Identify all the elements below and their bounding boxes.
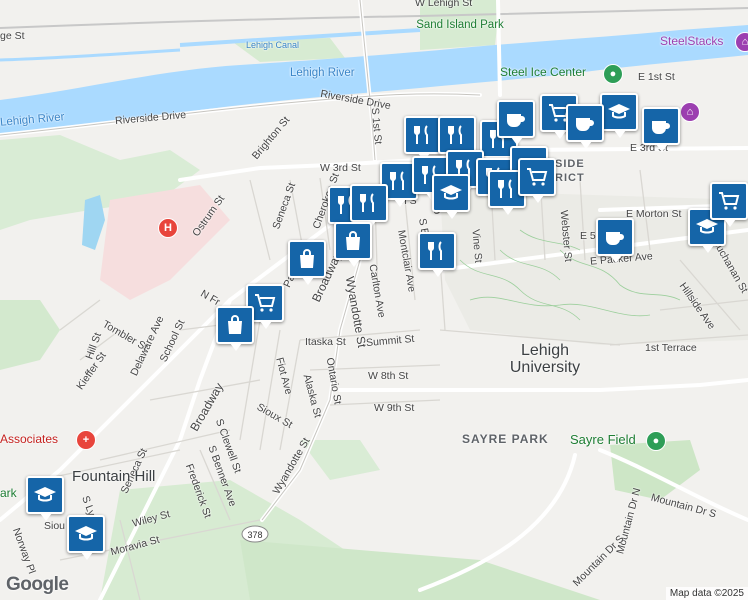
street-label: W 8th St xyxy=(368,370,409,382)
place-label: SAYRE PARK xyxy=(462,432,549,446)
coffee-icon[interactable] xyxy=(596,218,634,263)
route-378-shield: 378 xyxy=(241,525,269,543)
place-label: SteelStacks xyxy=(660,34,724,48)
street-label: Siou xyxy=(44,520,66,532)
museum-icon[interactable]: ⌂ xyxy=(735,32,748,52)
place-label: Lehigh University xyxy=(509,342,581,376)
google-logo: Google xyxy=(6,574,69,595)
shopping-cart-icon[interactable] xyxy=(518,158,556,203)
shopping-bag-icon[interactable] xyxy=(334,222,372,267)
park-icon[interactable]: ● xyxy=(646,431,666,451)
street-label: W Lehigh St xyxy=(415,0,473,9)
coffee-icon[interactable] xyxy=(497,100,535,145)
street-label: 1st Terrace xyxy=(645,342,697,354)
street-label: W 9th St xyxy=(374,402,415,414)
map-attribution[interactable]: Map data ©2025 xyxy=(665,587,748,600)
place-label: SIDE xyxy=(555,158,585,170)
place-label: Steel Ice Center xyxy=(500,65,587,79)
shopping-bag-icon[interactable] xyxy=(288,240,326,285)
hospital-icon[interactable]: + xyxy=(76,430,96,450)
river-label: Lehigh River xyxy=(290,67,355,79)
hospital-icon[interactable]: H xyxy=(158,218,178,238)
place-label: RICT xyxy=(555,172,585,184)
place-label: ark xyxy=(0,486,17,500)
place-label: Sayre Field xyxy=(570,432,636,447)
street-label: E 1st St xyxy=(638,71,675,83)
coffee-icon[interactable] xyxy=(566,104,604,149)
park-icon[interactable]: ● xyxy=(603,64,623,84)
shopping-bag-icon[interactable] xyxy=(216,306,254,351)
place-label: Fountain Hill xyxy=(72,468,156,485)
street-label: E Morton St xyxy=(626,208,682,220)
street-label: Itaska St xyxy=(305,336,346,348)
restaurant-icon[interactable] xyxy=(350,184,388,229)
coffee-icon[interactable] xyxy=(642,107,680,152)
restaurant-icon[interactable] xyxy=(418,232,456,277)
street-label: E 5 xyxy=(580,230,596,242)
place-label: Associates xyxy=(0,432,59,446)
canal-label: Lehigh Canal xyxy=(246,40,300,50)
school-icon[interactable] xyxy=(26,476,64,521)
svg-text:378: 378 xyxy=(247,530,262,540)
school-icon[interactable] xyxy=(600,93,638,138)
museum-icon[interactable]: ⌂ xyxy=(680,102,700,122)
street-label: W 3rd St xyxy=(320,162,361,174)
street-label: ge St xyxy=(0,30,25,42)
restaurant-icon[interactable] xyxy=(404,116,442,161)
school-icon[interactable] xyxy=(67,515,105,560)
restaurant-icon[interactable] xyxy=(438,116,476,161)
school-icon[interactable] xyxy=(432,174,470,219)
shopping-cart-icon[interactable] xyxy=(710,182,748,227)
place-label: Sand Island Park xyxy=(416,19,504,31)
